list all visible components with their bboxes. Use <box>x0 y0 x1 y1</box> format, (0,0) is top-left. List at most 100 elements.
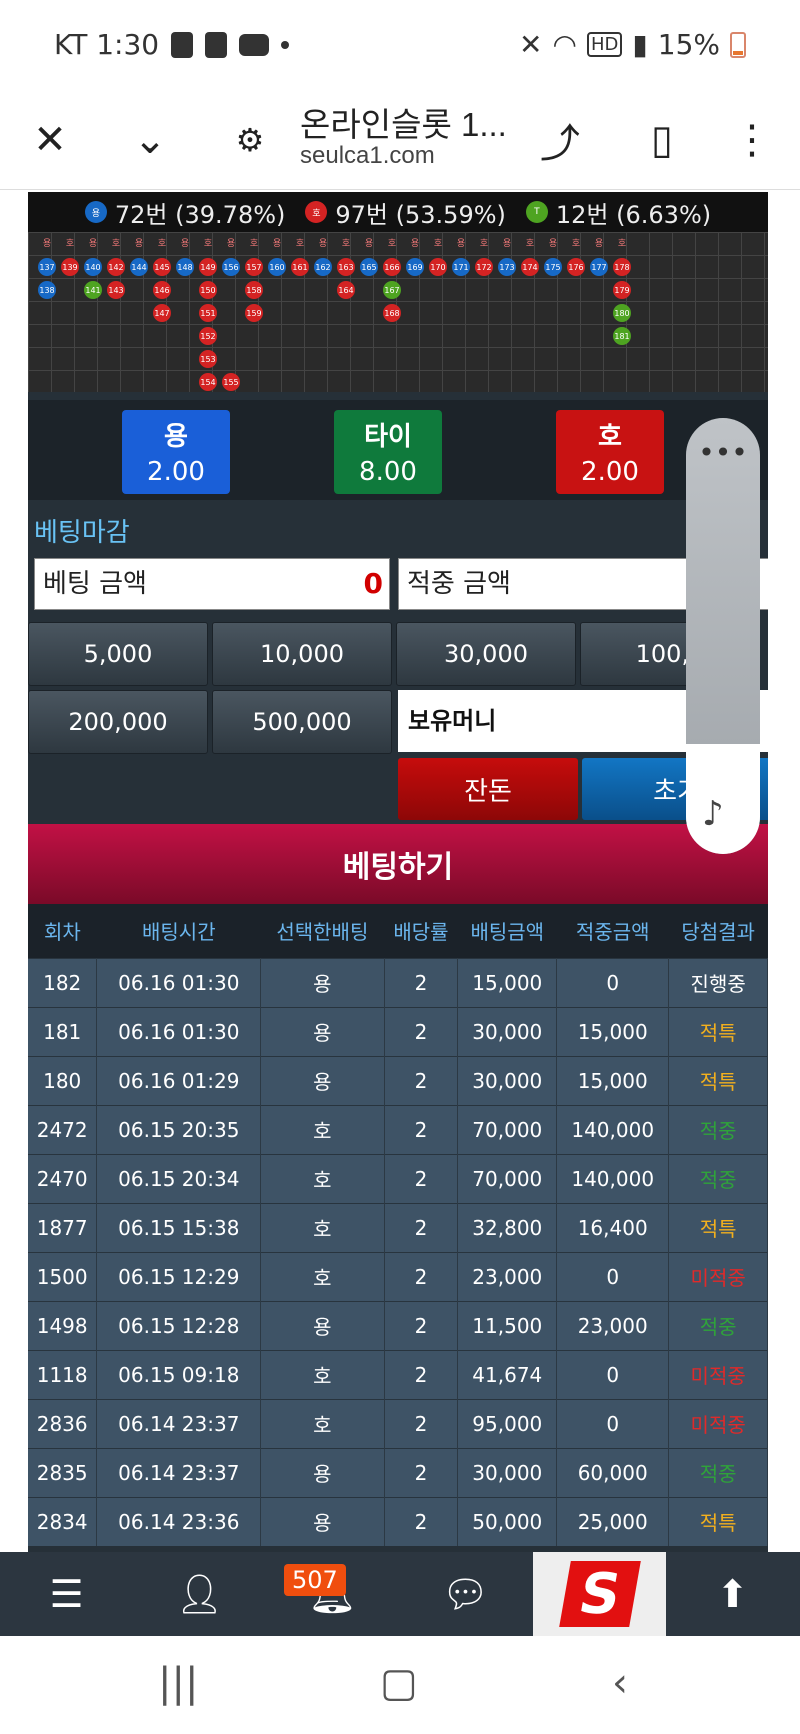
table-cell: 06.15 15:38 <box>96 1202 262 1252</box>
roadmap-dot: 147 <box>153 304 171 322</box>
roadmap-column-head: 호 <box>203 239 213 249</box>
back-icon[interactable]: ‹ <box>612 1660 628 1706</box>
roadmap-column-head: 용 <box>180 239 190 249</box>
roadmap-dot: 139 <box>61 258 79 276</box>
roadmap-column-head: 호 <box>157 239 167 249</box>
roadmap-column-head: 호 <box>65 239 75 249</box>
table-cell: 1500 <box>28 1251 98 1301</box>
table-cell: 11,500 <box>457 1300 558 1350</box>
table-cell: 2 <box>384 1006 459 1056</box>
roadmap-dot: 164 <box>337 281 355 299</box>
place-bet-button[interactable]: 베팅하기 <box>28 824 768 904</box>
table-row: 1498 06.15 12:28 용 2 11,500 23,000 적중 <box>28 1300 768 1350</box>
amount-10000-button[interactable]: 10,000 <box>212 622 392 686</box>
page-url[interactable]: seulca1.com <box>300 142 435 170</box>
hit-amount-label: 적중 금액 <box>407 569 511 599</box>
table-cell: 06.14 23:37 <box>96 1398 262 1448</box>
roadmap-dot: 159 <box>245 304 263 322</box>
floating-more-icon[interactable]: ••• <box>686 436 760 469</box>
table-cell: 미적중 <box>668 1349 768 1399</box>
roadmap-column-head: 용 <box>548 239 558 249</box>
home-icon[interactable]: ▢ <box>380 1660 418 1706</box>
share-button[interactable]: ⤴ <box>530 110 590 170</box>
android-nav-bar: ||| ▢ ‹ <box>0 1636 800 1734</box>
table-cell: 2472 <box>28 1104 98 1154</box>
mute-icon: ✕ <box>519 28 543 61</box>
bet-deadline-label: 베팅마감 <box>34 518 130 548</box>
table-cell: 41,674 <box>457 1349 558 1399</box>
bet-amount-field[interactable]: 베팅 금액 0 <box>34 558 390 610</box>
page-title[interactable]: 온라인슬롯 1... <box>300 98 507 146</box>
site-settings-button[interactable]: ⚙ <box>220 110 280 170</box>
table-cell: 06.15 12:29 <box>96 1251 262 1301</box>
signal-icon: ▮ <box>632 28 648 61</box>
roadmap-column-head: 호 <box>571 239 581 249</box>
roadmap-dot: 156 <box>222 258 240 276</box>
roadmap-dot: 157 <box>245 258 263 276</box>
roadmap-dot: 152 <box>199 327 217 345</box>
table-cell: 용 <box>260 957 385 1007</box>
roadmap-dot: 141 <box>84 281 102 299</box>
bet-tiger-button[interactable]: 호 2.00 <box>556 410 664 494</box>
roadmap-column-head: 호 <box>433 239 443 249</box>
table-cell: 2 <box>384 1251 459 1301</box>
table-cell: 25,000 <box>556 1496 670 1546</box>
recent-apps-icon[interactable]: ||| <box>158 1660 198 1706</box>
amount-30000-button[interactable]: 30,000 <box>396 622 576 686</box>
table-cell: 2 <box>384 1300 459 1350</box>
close-tab-button[interactable]: ✕ <box>20 110 80 170</box>
table-cell: 적중 <box>668 1104 768 1154</box>
scroll-top-icon[interactable]: ⬆ <box>666 1552 799 1636</box>
roadmap-dot: 143 <box>107 281 125 299</box>
amount-500000-button[interactable]: 500,000 <box>212 690 392 754</box>
bet-tie-odds: 8.00 <box>359 457 417 487</box>
table-cell: 06.14 23:37 <box>96 1447 262 1497</box>
table-row: 2835 06.14 23:37 용 2 30,000 60,000 적중 <box>28 1447 768 1497</box>
dragon-stat: 용 72번 (39.78%) <box>84 195 286 230</box>
table-cell: 1118 <box>28 1349 98 1399</box>
table-cell: 30,000 <box>457 1006 558 1056</box>
roadmap-column-head: 용 <box>456 239 466 249</box>
music-icon[interactable]: ♪ <box>702 794 724 834</box>
roadmap-dot: 167 <box>383 281 401 299</box>
bet-dragon-button[interactable]: 용 2.00 <box>122 410 230 494</box>
roadmap-dot: 137 <box>38 258 56 276</box>
chat-icon[interactable]: 💬︎ <box>399 1552 532 1636</box>
roadmap-column-head: 용 <box>364 239 374 249</box>
game-panel: 용 72번 (39.78%) 호 97번 (53.59%) T 12번 (6.6… <box>28 192 768 1552</box>
change-button[interactable]: 잔돈 <box>398 758 578 820</box>
table-cell: 181 <box>28 1006 98 1056</box>
table-header-row: 회차 배팅시간 선택한배팅 배당률 배팅금액 적중금액 당첨결과 <box>28 904 768 958</box>
alert-icon <box>171 31 194 58</box>
bet-tie-name: 타이 <box>364 422 412 452</box>
roadmap-dot: 170 <box>429 258 447 276</box>
table-cell: 2834 <box>28 1496 98 1546</box>
table-row: 1500 06.15 12:29 호 2 23,000 0 미적중 <box>28 1251 768 1301</box>
table-cell: 용 <box>260 1006 385 1056</box>
status-right: ✕ ◠ HD ▮ 15% <box>519 28 746 61</box>
table-cell: 용 <box>260 1300 385 1350</box>
wifi-icon: ◠ <box>552 28 577 61</box>
collapse-button[interactable]: ⌄ <box>120 110 180 170</box>
bookmark-button[interactable]: ▯ <box>632 110 692 170</box>
menu-icon[interactable]: ☰ <box>0 1552 133 1636</box>
user-icon[interactable]: 👤︎ <box>133 1552 266 1636</box>
amount-200000-button[interactable]: 200,000 <box>28 690 208 754</box>
table-row: 2472 06.15 20:35 호 2 70,000 140,000 적중 <box>28 1104 768 1154</box>
roadmap-column-head: 용 <box>88 239 98 249</box>
dragon-stat-text: 72번 (39.78%) <box>114 200 286 229</box>
floating-panel[interactable]: ••• ♪ <box>686 418 760 854</box>
roadmap-grid: 용 137 138 호 139 용 140 141 호 142 143 용 144 호 145 146 147 용… <box>28 232 768 392</box>
more-menu-button[interactable]: ⋮ <box>722 110 782 170</box>
table-cell: 호 <box>260 1349 385 1399</box>
roadmap-dot: 179 <box>613 281 631 299</box>
table-cell: 23,000 <box>556 1300 670 1350</box>
amount-5000-button[interactable]: 5,000 <box>28 622 208 686</box>
table-cell: 23,000 <box>457 1251 558 1301</box>
bet-tie-button[interactable]: 타이 8.00 <box>334 410 442 494</box>
roadmap-dot: 154 <box>199 373 217 391</box>
site-logo[interactable]: S <box>533 1552 666 1636</box>
table-header-cell: 배팅금액 <box>457 904 557 958</box>
roadmap-dot: 169 <box>406 258 424 276</box>
roadmap-column-head: 용 <box>134 239 144 249</box>
